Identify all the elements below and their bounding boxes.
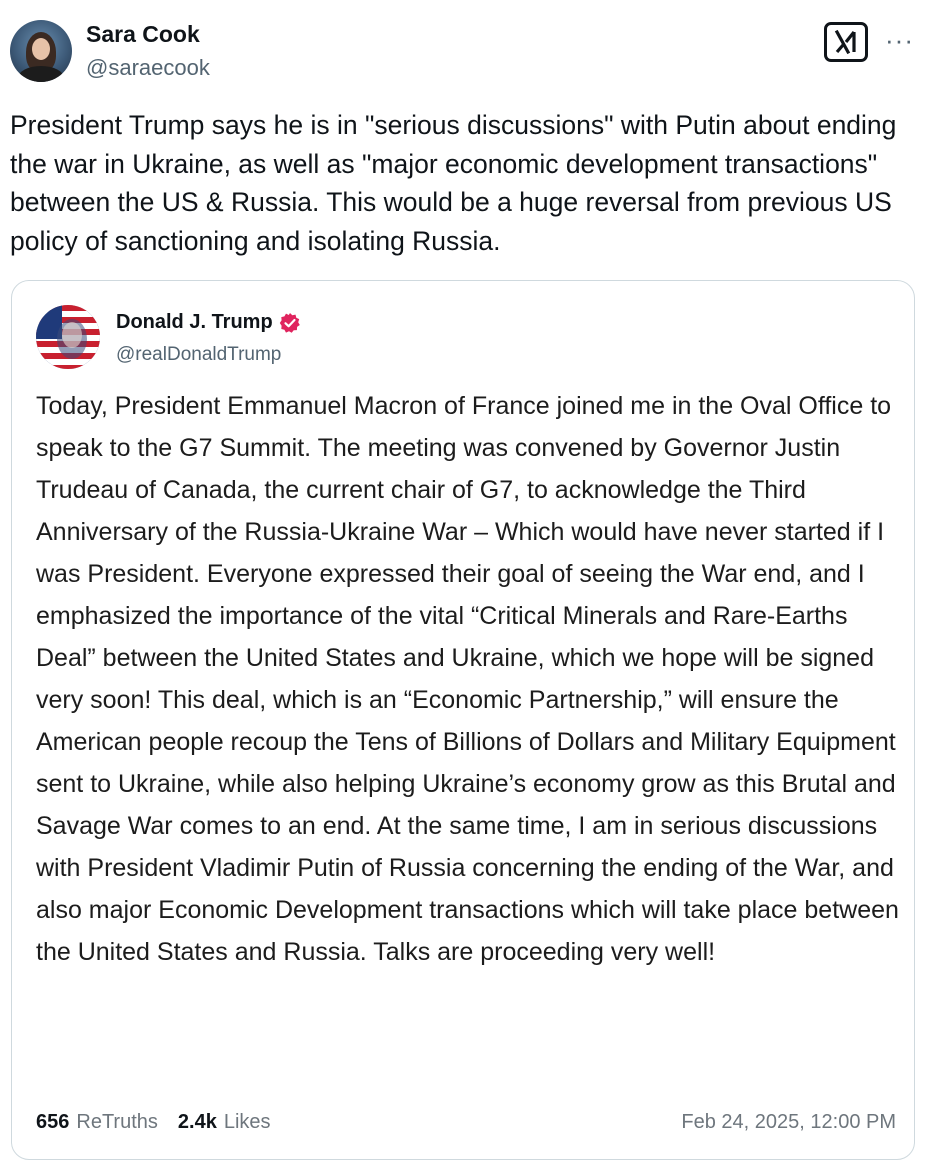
verified-badge-icon: [279, 312, 300, 333]
quoted-post-stats: 656 ReTruths 2.4k Likes Feb 24, 2025, 12:0…: [36, 1111, 896, 1134]
tweet-text: President Trump says he is in "serious d…: [10, 110, 897, 256]
author-avatar[interactable]: [10, 20, 72, 82]
grok-icon: [834, 29, 856, 55]
likes-count: 2.4k: [177, 1111, 217, 1133]
quoted-author-handle[interactable]: @realDonaldTrump: [116, 344, 281, 366]
quoted-post-text: Today, President Emmanuel Macron of Fran…: [36, 392, 899, 966]
likes-label: Likes: [223, 1111, 271, 1133]
likes-stat[interactable]: 2.4k Likes: [178, 1111, 271, 1134]
grok-button[interactable]: [824, 22, 868, 62]
author-handle[interactable]: @saraecook: [86, 55, 210, 81]
more-options-button[interactable]: ···: [885, 27, 914, 53]
flag-portrait-icon: [36, 305, 100, 369]
quoted-author-avatar[interactable]: [36, 305, 100, 369]
quoted-post-card[interactable]: Donald J. Trump @realDonaldTrump Today, …: [11, 280, 915, 1160]
retruths-count: 656: [36, 1111, 70, 1133]
quoted-author-name-row[interactable]: Donald J. Trump: [116, 311, 301, 334]
retruths-label: ReTruths: [76, 1111, 158, 1133]
more-dots-icon: ···: [885, 25, 914, 55]
quoted-post-timestamp[interactable]: Feb 24, 2025, 12:00 PM: [681, 1111, 896, 1134]
quoted-author-name[interactable]: Donald J. Trump: [116, 311, 273, 334]
retruths-stat[interactable]: 656 ReTruths: [36, 1111, 158, 1134]
author-name[interactable]: Sara Cook: [86, 21, 200, 48]
